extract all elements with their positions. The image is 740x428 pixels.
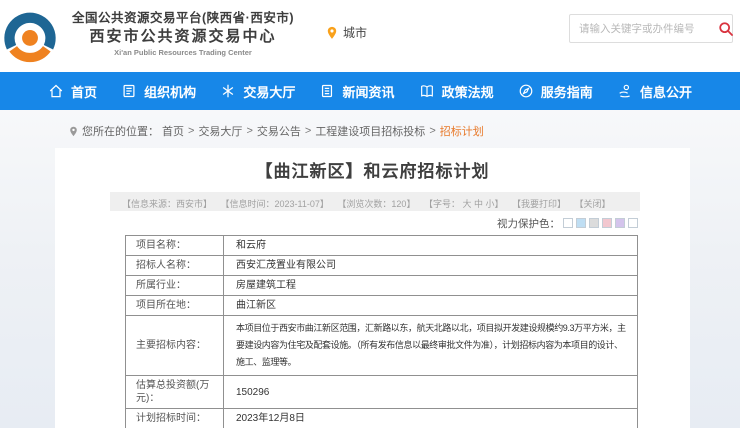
meta-view-count: 【浏览次数：120】 (337, 199, 415, 209)
meta-font-size-controls[interactable]: 【字号： 大 中 小】 (424, 199, 504, 209)
meta-date: 【信息时间：2023-11-07】 (221, 199, 329, 209)
row-label: 项目名称： (126, 236, 224, 256)
site-title-english: Xi'an Public Resources Trading Center (58, 47, 308, 59)
breadcrumb-item-announcements[interactable]: 交易公告 (257, 123, 301, 139)
nav-item-home[interactable]: 首页 (48, 82, 97, 101)
breadcrumb-item-home[interactable]: 首页 (162, 123, 184, 139)
site-title-block: 全国公共资源交易平台(陕西省·西安市) 西安市公共资源交易中心 Xi'an Pu… (58, 10, 308, 59)
nav-item-service-guide[interactable]: 服务指南 (518, 82, 593, 101)
table-row: 所属行业： 房屋建筑工程 (126, 276, 638, 296)
site-header: 全国公共资源交易平台(陕西省·西安市) 西安市公共资源交易中心 Xi'an Pu… (0, 0, 740, 72)
logo-icon (2, 9, 58, 65)
nav-item-organization[interactable]: 组织机构 (121, 82, 196, 101)
policy-book-icon (419, 83, 435, 99)
breadcrumb-prefix: 您所在的位置： (82, 123, 159, 139)
meta-print-button[interactable]: 【我要打印】 (512, 199, 566, 209)
page-title: 【曲江新区】和云府招标计划 (55, 162, 690, 182)
eye-protection-row: 视力保护色： (55, 216, 638, 230)
city-label: 城市 (343, 24, 367, 41)
row-label: 计划招标时间： (126, 409, 224, 428)
row-label: 估算总投资额(万元)： (126, 376, 224, 409)
meta-source: 【信息来源：西安市】 (122, 199, 212, 209)
meta-close-button[interactable]: 【关闭】 (575, 199, 611, 209)
eye-protect-swatch-purple[interactable] (615, 218, 625, 228)
row-label: 主要招标内容： (126, 316, 224, 376)
site-logo[interactable] (2, 9, 58, 65)
main-content-area: 您所在的位置： 首页 > 交易大厅 > 交易公告 > 工程建设项目招标投标 > … (0, 110, 740, 428)
nav-item-trading-hall[interactable]: 交易大厅 (220, 82, 295, 101)
row-value: 和云府 (224, 236, 638, 256)
search-icon (718, 21, 734, 37)
compass-icon (518, 83, 534, 99)
eye-protect-swatch-white[interactable] (563, 218, 573, 228)
site-title-line2: 西安市公共资源交易中心 (58, 27, 308, 47)
nav-item-policies[interactable]: 政策法规 (419, 82, 494, 101)
table-row: 计划招标时间： 2023年12月8日 (126, 409, 638, 428)
row-label: 招标人名称： (126, 256, 224, 276)
news-icon (319, 83, 335, 99)
page: 全国公共资源交易平台(陕西省·西安市) 西安市公共资源交易中心 Xi'an Pu… (0, 0, 740, 428)
eye-protection-label: 视力保护色： (497, 216, 560, 231)
search-input[interactable] (570, 23, 718, 35)
article-panel: 【曲江新区】和云府招标计划 【信息来源：西安市】 【信息时间：2023-11-0… (55, 148, 690, 428)
eye-protect-swatch-pink[interactable] (602, 218, 612, 228)
location-pin-icon (325, 25, 339, 41)
row-value: 曲江新区 (224, 296, 638, 316)
home-icon (48, 83, 64, 99)
row-value: 150296 (224, 376, 638, 409)
row-value: 房屋建筑工程 (224, 276, 638, 296)
table-row: 主要招标内容： 本项目位于西安市曲江新区范围，汇新路以东，航天北路以北，项目拟开… (126, 316, 638, 376)
table-row: 估算总投资额(万元)： 150296 (126, 376, 638, 409)
hand-share-icon (617, 83, 633, 99)
trading-hall-icon (220, 83, 236, 99)
breadcrumb-item-construction-bidding[interactable]: 工程建设项目招标投标 (315, 123, 425, 139)
row-label: 所属行业： (126, 276, 224, 296)
site-title-line1: 全国公共资源交易平台(陕西省·西安市) (58, 10, 308, 27)
article-meta-bar: 【信息来源：西安市】 【信息时间：2023-11-07】 【浏览次数：120】 … (110, 192, 640, 211)
search-button[interactable] (718, 15, 734, 42)
breadcrumb: 您所在的位置： 首页 > 交易大厅 > 交易公告 > 工程建设项目招标投标 > … (68, 123, 484, 139)
city-selector[interactable]: 城市 (325, 24, 367, 41)
table-row: 项目名称： 和云府 (126, 236, 638, 256)
nav-item-information-disclosure[interactable]: 信息公开 (617, 82, 692, 101)
row-label: 项目所在地： (126, 296, 224, 316)
organization-icon (121, 83, 137, 99)
table-row: 项目所在地： 曲江新区 (126, 296, 638, 316)
row-value: 本项目位于西安市曲江新区范围，汇新路以东，航天北路以北，项目拟开发建设规模约9.… (224, 316, 638, 376)
eye-protect-swatch-gray[interactable] (589, 218, 599, 228)
row-value: 西安汇茂置业有限公司 (224, 256, 638, 276)
breadcrumb-current-tender-plan: 招标计划 (440, 123, 484, 139)
main-nav: 首页 组织机构 交易大厅 新闻资讯 政策法规 (0, 72, 740, 110)
table-row: 招标人名称： 西安汇茂置业有限公司 (126, 256, 638, 276)
eye-protect-swatch-default[interactable] (628, 218, 638, 228)
tender-detail-table: 项目名称： 和云府 招标人名称： 西安汇茂置业有限公司 所属行业： 房屋建筑工程… (125, 235, 638, 428)
eye-protect-swatch-blue[interactable] (576, 218, 586, 228)
breadcrumb-pin-icon (68, 125, 79, 138)
breadcrumb-item-trading-hall[interactable]: 交易大厅 (198, 123, 242, 139)
row-value: 2023年12月8日 (224, 409, 638, 428)
search-box (569, 14, 733, 43)
nav-item-news[interactable]: 新闻资讯 (319, 82, 394, 101)
